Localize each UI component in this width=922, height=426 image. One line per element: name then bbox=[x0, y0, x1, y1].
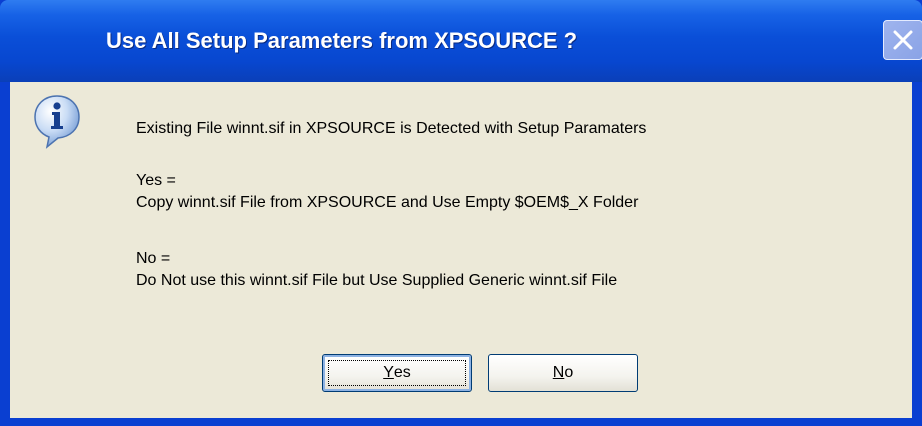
dialog-body: Existing File winnt.sif in XPSOURCE is D… bbox=[10, 82, 912, 418]
yes-button[interactable]: Yes bbox=[322, 354, 472, 392]
no-option-label: No = bbox=[136, 250, 171, 267]
no-accelerator: N bbox=[552, 364, 565, 381]
focus-rectangle bbox=[328, 360, 466, 386]
window-title: Use All Setup Parameters from XPSOURCE ? bbox=[106, 28, 578, 53]
close-icon bbox=[893, 30, 913, 50]
dialog-window: Use All Setup Parameters from XPSOURCE ?… bbox=[0, 0, 922, 426]
no-button-label: o bbox=[564, 364, 574, 381]
message-line-1: Existing File winnt.sif in XPSOURCE is D… bbox=[136, 120, 647, 137]
no-option-description: Do Not use this winnt.sif File but Use S… bbox=[136, 272, 618, 289]
close-button[interactable] bbox=[883, 20, 922, 60]
yes-option-description: Copy winnt.sif File from XPSOURCE and Us… bbox=[136, 194, 639, 211]
no-button[interactable]: No bbox=[488, 354, 638, 392]
info-icon bbox=[34, 95, 80, 149]
title-bar[interactable]: Use All Setup Parameters from XPSOURCE ? bbox=[0, 0, 922, 82]
yes-option-label: Yes = bbox=[136, 172, 176, 189]
